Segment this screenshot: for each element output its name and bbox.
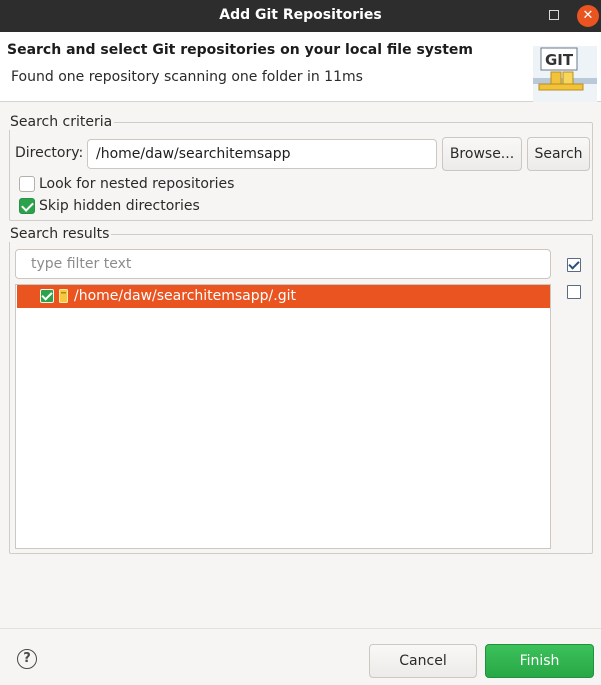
search-button[interactable]: Search: [527, 137, 590, 171]
repository-path: /home/daw/searchitemsapp/.git: [74, 288, 296, 304]
filter-input[interactable]: type filter text: [15, 249, 551, 279]
maximize-icon[interactable]: [549, 10, 559, 20]
browse-button[interactable]: Browse...: [442, 137, 522, 171]
footer-divider: [0, 628, 601, 629]
status-message: Found one repository scanning one folder…: [11, 69, 363, 85]
nested-repositories-label[interactable]: Look for nested repositories: [39, 176, 234, 192]
cancel-button[interactable]: Cancel: [369, 644, 477, 678]
page-heading: Search and select Git repositories on yo…: [7, 42, 474, 58]
git-logo-icon: GIT: [533, 46, 597, 102]
directory-label: Directory:: [15, 145, 84, 161]
deselect-all-icon[interactable]: [567, 285, 581, 299]
repository-icon: [59, 289, 68, 303]
directory-input[interactable]: /home/daw/searchitemsapp: [87, 139, 437, 169]
list-item[interactable]: /home/daw/searchitemsapp/.git: [17, 285, 550, 308]
help-icon[interactable]: ?: [17, 649, 37, 669]
window-title: Add Git Repositories: [219, 7, 382, 23]
skip-hidden-checkbox[interactable]: [19, 198, 35, 214]
search-results-label: Search results: [8, 226, 112, 242]
git-logo-text: GIT: [545, 51, 574, 69]
repository-list[interactable]: /home/daw/searchitemsapp/.git: [15, 284, 551, 549]
repository-checkbox[interactable]: [40, 289, 54, 303]
nested-repositories-checkbox[interactable]: [19, 176, 35, 192]
search-criteria-label: Search criteria: [8, 114, 115, 130]
wizard-header: Search and select Git repositories on yo…: [0, 32, 601, 102]
title-bar: Add Git Repositories ✕: [0, 0, 601, 32]
skip-hidden-label[interactable]: Skip hidden directories: [39, 198, 200, 214]
select-all-icon[interactable]: [567, 258, 581, 272]
finish-button[interactable]: Finish: [485, 644, 594, 678]
close-icon[interactable]: ✕: [577, 5, 599, 27]
